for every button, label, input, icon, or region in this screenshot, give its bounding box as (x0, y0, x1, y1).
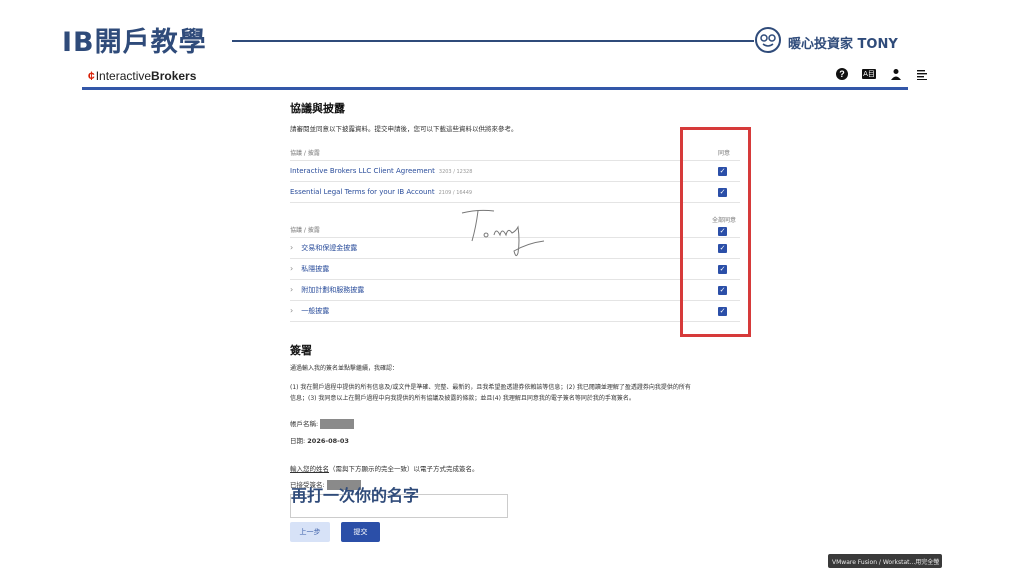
disclosure-label: 交易和保證金披露 (301, 244, 358, 252)
header-divider (232, 40, 754, 42)
table-row: Essential Legal Terms for your IB Accoun… (290, 182, 740, 203)
signature-intro: 通過輸入我的簽名並點擊繼續，我確認： (290, 365, 399, 372)
disclosure-row[interactable]: › 一般披露 ✓ (290, 301, 740, 322)
chevron-right-icon: › (290, 285, 294, 294)
agreement-link[interactable]: Interactive Brokers LLC Client Agreement (290, 167, 435, 175)
chevron-right-icon: › (290, 243, 294, 252)
date-value: 2026-08-03 (307, 437, 349, 445)
ib-logo[interactable]: ¢InteractiveBrokers (88, 69, 196, 83)
agreements-intro: 請審閱並同意以下披露資料。提交申請後，您可以下載這些資料以供將來參考。 (290, 125, 518, 133)
top-bar: ¢InteractiveBrokers ? A目 (82, 62, 942, 90)
ib-logo-mark-icon: ¢ (88, 69, 95, 83)
signature-prompt: 輸入您的姓名（需與下方顯示的完全一致）以電子方式完成簽名。 (290, 463, 740, 473)
vmware-tooltip: VMware Fusion / Workstat...用完全螢 (828, 554, 942, 568)
previous-button[interactable]: 上一步 (290, 522, 330, 542)
redacted-account-name (320, 419, 355, 429)
agreement-count: 3203 / 12328 (438, 169, 473, 175)
agreements-table: 協議 / 披露 同意 Interactive Brokers LLC Clien… (290, 147, 740, 203)
overlay-note: 再打一次你的名字 (291, 486, 420, 505)
ib-logo-text-a: Interactive (95, 69, 152, 83)
checkbox-highlight-box (680, 127, 751, 337)
top-icons: ? A目 (836, 68, 928, 80)
brand-logo-icon (755, 27, 781, 53)
signature-prompt-b: （需與下方顯示的完全一致）以電子方式完成簽名。 (329, 465, 479, 473)
confirm-line-2: 信息；(3) 我同意以上在開戶過程中向我提供的所有協議及披露的條款；並且(4) … (290, 395, 635, 402)
ib-application-window: ¢InteractiveBrokers ? A目 協議與披露 請審閱並同意以下披… (82, 62, 942, 572)
handwritten-signature (461, 209, 545, 257)
date-label: 日期: (290, 437, 306, 445)
slide-title: IB開戶教學 (62, 27, 207, 58)
table-header: 協議 / 披露 同意 (290, 147, 740, 161)
header-blue-band (82, 87, 908, 90)
confirm-line-1: (1) 我在開戶過程中提供的所有信息及/或文件是準確、完整、最新的，且我希望盈透… (290, 384, 691, 391)
slide: IB開戶教學 暖心投資家 TONY ¢InteractiveBrokers ? … (0, 0, 1024, 576)
agreements-title: 協議與披露 (290, 102, 345, 115)
help-icon[interactable]: ? (836, 68, 848, 80)
table-row: Interactive Brokers LLC Client Agreement… (290, 161, 740, 182)
signature-title: 簽署 (290, 344, 312, 357)
submit-button[interactable]: 提交 (341, 522, 380, 542)
date-field: 日期: 2026-08-03 (290, 435, 740, 445)
chevron-right-icon: › (290, 306, 294, 315)
account-name-field: 帳戶名稱: (290, 418, 740, 429)
agreement-link[interactable]: Essential Legal Terms for your IB Accoun… (290, 188, 435, 196)
language-icon[interactable]: A目 (862, 69, 876, 79)
account-name-label: 帳戶名稱: (290, 420, 319, 428)
disclosure-row[interactable]: › 附加計劃和服務披露 ✓ (290, 280, 740, 301)
table-header-label: 協議 / 披露 (290, 227, 320, 234)
disclosure-label: 私隱披露 (301, 265, 330, 273)
form-content: 協議與披露 請審閱並同意以下披露資料。提交申請後，您可以下載這些資料以供將來參考… (290, 100, 740, 524)
user-icon[interactable] (890, 68, 902, 80)
table-header-label: 協議 / 披露 (290, 150, 320, 157)
ib-logo-text-b: Brokers (151, 69, 197, 83)
brand-name: 暖心投資家 TONY (788, 37, 898, 52)
disclosure-label: 附加計劃和服務披露 (301, 286, 365, 294)
chevron-right-icon: › (290, 264, 294, 273)
menu-icon[interactable] (916, 68, 928, 80)
disclosure-label: 一般披露 (301, 307, 330, 315)
agreement-count: 2109 / 16449 (438, 190, 473, 196)
signature-prompt-a: 輸入您的姓名 (290, 465, 329, 473)
